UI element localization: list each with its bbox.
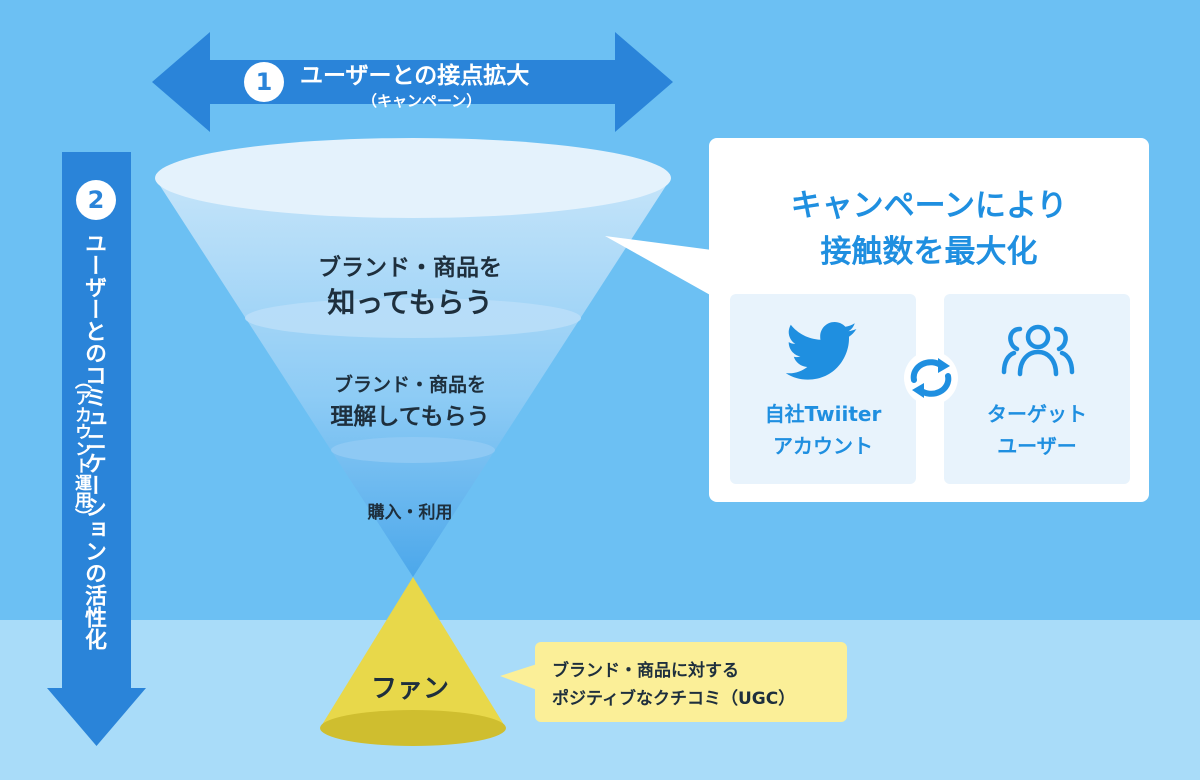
callout-title-line1: キャンペーンにより [790,188,1068,224]
funnel-rim [155,138,671,218]
step-number-1: 1 [244,62,284,102]
campaign-arrow-subtitle: （キャンペーン） [362,92,482,110]
fan-label: ファン [370,674,449,704]
campaign-arrow-title: ユーザーとの接点拡大 [300,63,530,89]
callout-title-line2: 接触数を最大化 [820,234,1038,270]
company-account-line1: 自社Twiiter [764,402,882,426]
fan-cone [320,577,506,728]
step-number-2: 2 [76,180,116,220]
company-account-line2: アカウント [773,434,873,458]
funnel-awareness-line1: ブランド・商品を [318,255,502,281]
fan-cone-base [320,710,506,746]
ugc-note-line1: ブランド・商品に対する [552,661,739,681]
users-group-icon [1001,324,1075,377]
funnel-purchase-label: 購入・利用 [367,503,453,523]
funnel-understanding-line2: 理解してもらう [330,404,490,430]
ugc-note [535,642,847,722]
funnel-understanding-line1: ブランド・商品を [333,374,486,396]
communication-arrow-subtitle: （アカウント運用） [71,372,91,525]
twitter-bird-icon [786,322,857,380]
target-users-line2: ユーザー [997,434,1077,458]
target-users-line1: ターゲット [987,402,1087,426]
note-pointer [500,664,537,690]
funnel-level-2 [331,437,495,463]
funnel-awareness-line2: 知ってもらう [327,286,493,319]
ugc-note-line2: ポジティブなクチコミ（UGC） [552,689,796,709]
